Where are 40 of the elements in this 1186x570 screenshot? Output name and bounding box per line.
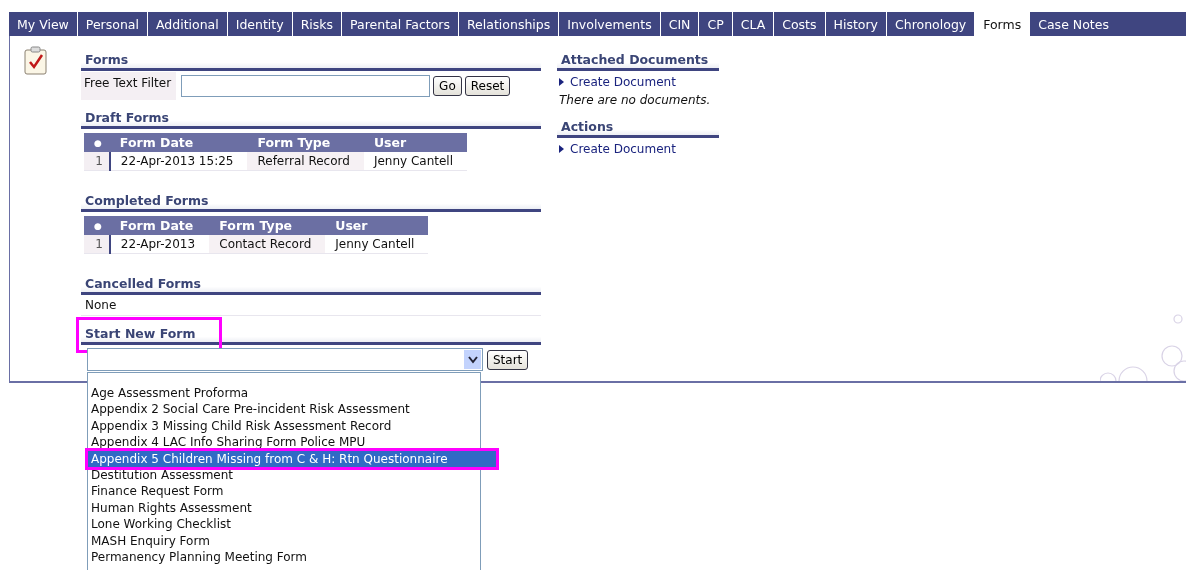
empty-text: None (81, 295, 541, 316)
clipboard-icon (23, 46, 49, 76)
column-header: ● (84, 216, 110, 235)
column-header: User (325, 216, 429, 235)
dropdown-option[interactable]: Appendix 4 LAC Info Sharing Form Police MPU (88, 434, 480, 451)
reset-button[interactable]: Reset (464, 76, 511, 96)
go-button[interactable]: Go (433, 76, 462, 96)
create-document-link[interactable]: Create Document (570, 75, 676, 89)
dropdown-option[interactable]: Appendix 2 Social Care Pre-incident Risk Assessment (88, 401, 480, 418)
dropdown-option[interactable]: Lone Working Checklist (88, 516, 480, 533)
tab[interactable]: Forms (974, 12, 1030, 36)
column-header: Form Date (109, 216, 210, 235)
column-header: ● (84, 133, 110, 152)
table-cell: 1 (84, 152, 110, 171)
start-button[interactable]: Start (487, 349, 529, 370)
filter-label: Free Text Filter (81, 72, 177, 100)
empty-text: There are no documents. (558, 92, 712, 109)
table-cell: Referral Record (247, 152, 364, 171)
dropdown-option[interactable]: Finance Request Form (88, 483, 480, 500)
column-header: User (363, 133, 468, 152)
dropdown-option[interactable]: Appendix 3 Missing Child Risk Assessment Record (88, 417, 480, 435)
dropdown-option[interactable]: Human Rights Assessment (88, 499, 480, 517)
column-header: Form Date (109, 133, 248, 152)
caret-icon (464, 350, 481, 369)
table-cell: 1 (84, 235, 110, 254)
dropdown-option[interactable]: Destitution Assessment (88, 466, 480, 484)
dropdown-option[interactable]: Age Assessment Proforma (88, 385, 480, 402)
create-document-link[interactable]: Create Document (570, 142, 676, 156)
column-header: Form Type (209, 216, 326, 235)
table-cell: Contact Record (209, 235, 326, 254)
column-header: Form Type (247, 133, 364, 152)
dropdown-option[interactable]: Permanency Planning Meeting Form (88, 548, 480, 566)
dropdown-option[interactable]: Appendix 5 Children Missing from C & H: Rtn Questionnaire (88, 450, 496, 467)
form-dropdown[interactable] (87, 348, 483, 371)
table-cell: Jenny Cantell (325, 235, 429, 254)
triangle-icon (559, 78, 564, 86)
triangle-icon (559, 145, 564, 153)
table-cell: Jenny Cantell (363, 152, 468, 171)
filter-field[interactable] (181, 75, 431, 97)
dropdown-option[interactable]: MASH Enquiry Form (88, 532, 480, 549)
